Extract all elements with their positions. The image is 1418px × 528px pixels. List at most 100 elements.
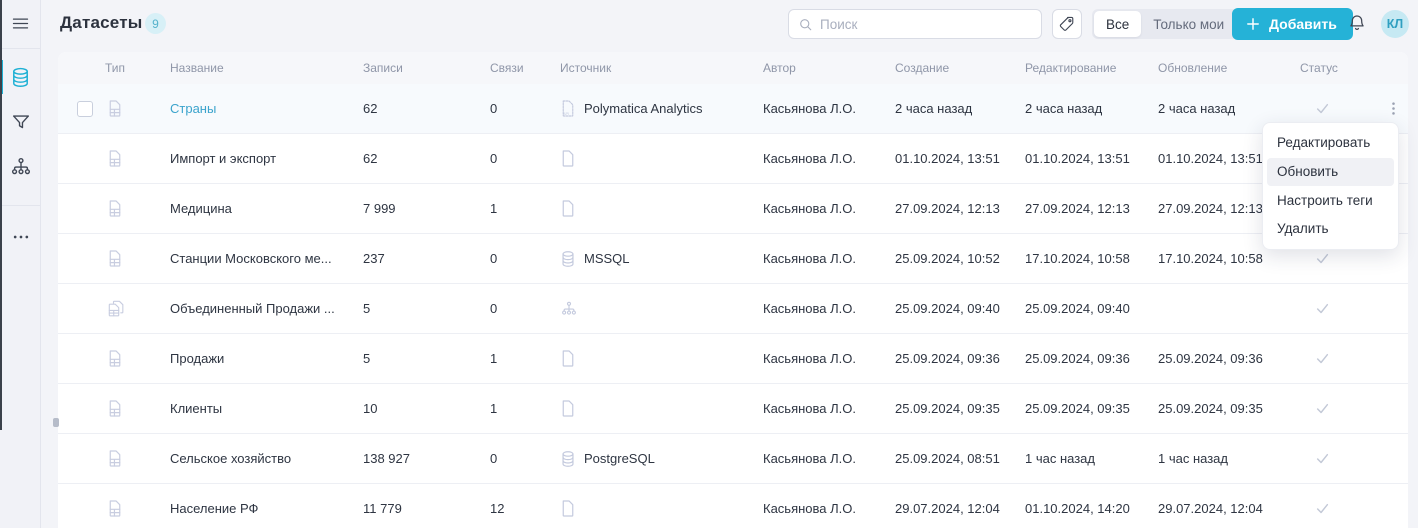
dataset-name[interactable]: Импорт и экспорт <box>170 151 276 166</box>
svg-text:API: API <box>563 111 569 116</box>
column-header-updated: Обновление <box>1158 61 1300 75</box>
topbar: Датасеты 9 Все Только мои Добавить КЛ <box>41 0 1418 48</box>
column-header-status: Статус <box>1300 61 1380 75</box>
doc-table-icon <box>105 449 170 468</box>
records-value: 7 999 <box>363 201 490 216</box>
updated-value: 29.07.2024, 12:04 <box>1158 501 1300 516</box>
doc-table-icon <box>105 349 170 368</box>
doc-icon <box>560 349 576 368</box>
dataset-name[interactable]: Страны <box>170 101 216 116</box>
edited-value: 1 час назад <box>1025 451 1158 466</box>
column-header-created: Создание <box>895 61 1025 75</box>
sidebar-item-filters[interactable] <box>0 104 41 140</box>
context-menu-item[interactable]: Редактировать <box>1263 129 1398 157</box>
search-input[interactable] <box>820 17 1032 32</box>
menu-icon[interactable] <box>0 5 41 41</box>
updated-value: 17.10.2024, 10:58 <box>1158 251 1300 266</box>
dataset-name[interactable]: Клиенты <box>170 401 222 416</box>
author-value: Касьянова Л.О. <box>763 351 895 366</box>
records-value: 237 <box>363 251 490 266</box>
status-check-icon <box>1300 450 1380 467</box>
sidebar-divider <box>0 205 41 206</box>
records-value: 62 <box>363 101 490 116</box>
doc-api-icon: API <box>560 99 576 118</box>
edited-value: 17.10.2024, 10:58 <box>1025 251 1158 266</box>
table-row: Импорт и экспорт 62 0 Касьянова Л.О. 01.… <box>58 134 1408 184</box>
author-value: Касьянова Л.О. <box>763 201 895 216</box>
table-header-row: Тип Название Записи Связи Источник Автор… <box>58 52 1408 84</box>
links-value: 0 <box>490 101 560 116</box>
edited-value: 25.09.2024, 09:36 <box>1025 351 1158 366</box>
row-checkbox[interactable] <box>77 101 93 117</box>
links-value: 0 <box>490 451 560 466</box>
table-row: Сельское хозяйство 138 927 0 PostgreSQL … <box>58 434 1408 484</box>
doc-table-multi-icon <box>105 299 170 318</box>
context-menu-item[interactable]: Обновить <box>1267 158 1394 186</box>
author-value: Касьянова Л.О. <box>763 301 895 316</box>
hierarchy-icon <box>560 300 578 318</box>
doc-icon <box>560 399 576 418</box>
context-menu-item[interactable]: Настроить теги <box>1263 187 1398 215</box>
page-title: Датасеты <box>60 13 142 33</box>
records-value: 5 <box>363 351 490 366</box>
dataset-name[interactable]: Продажи <box>170 351 224 366</box>
dataset-name[interactable]: Станции Московского ме... <box>170 251 332 266</box>
records-value: 138 927 <box>363 451 490 466</box>
row-menu-kebab-icon[interactable] <box>1385 100 1402 117</box>
table-row: Страны 62 0 API Polymatica Analytics Кась… <box>58 84 1408 134</box>
links-value: 1 <box>490 401 560 416</box>
records-value: 5 <box>363 301 490 316</box>
scrollbar-thumb[interactable] <box>53 418 59 427</box>
records-value: 10 <box>363 401 490 416</box>
sidebar-item-hierarchy[interactable] <box>0 149 41 185</box>
search-box <box>788 9 1042 39</box>
user-avatar[interactable]: КЛ <box>1381 10 1409 38</box>
column-header-source: Источник <box>560 61 763 75</box>
dataset-name[interactable]: Сельское хозяйство <box>170 451 291 466</box>
doc-icon <box>560 499 576 518</box>
datasets-table: Тип Название Записи Связи Источник Автор… <box>58 52 1408 528</box>
table-body: Страны 62 0 API Polymatica Analytics Кась… <box>58 84 1408 528</box>
context-menu-item[interactable]: Удалить <box>1263 215 1398 243</box>
notifications-bell-icon[interactable] <box>1347 13 1367 33</box>
updated-value: 25.09.2024, 09:35 <box>1158 401 1300 416</box>
db-icon <box>560 250 576 268</box>
edited-value: 25.09.2024, 09:35 <box>1025 401 1158 416</box>
author-value: Касьянова Л.О. <box>763 101 895 116</box>
table-row: Станции Московского ме... 237 0 MSSQL Ка… <box>58 234 1408 284</box>
doc-icon <box>560 199 576 218</box>
links-value: 0 <box>490 151 560 166</box>
edited-value: 2 часа назад <box>1025 101 1158 116</box>
source-name: Polymatica Analytics <box>584 101 703 116</box>
table-row: Клиенты 10 1 Касьянова Л.О. 25.09.2024, … <box>58 384 1408 434</box>
dataset-name[interactable]: Медицина <box>170 201 232 216</box>
toggle-all[interactable]: Все <box>1094 11 1141 37</box>
doc-table-icon <box>105 249 170 268</box>
column-header-author: Автор <box>763 61 895 75</box>
status-check-icon <box>1300 400 1380 417</box>
add-button[interactable]: Добавить <box>1232 8 1353 40</box>
status-check-icon <box>1300 350 1380 367</box>
author-value: Касьянова Л.О. <box>763 251 895 266</box>
created-value: 29.07.2024, 12:04 <box>895 501 1025 516</box>
created-value: 25.09.2024, 10:52 <box>895 251 1025 266</box>
author-value: Касьянова Л.О. <box>763 501 895 516</box>
links-value: 1 <box>490 351 560 366</box>
author-value: Касьянова Л.О. <box>763 151 895 166</box>
links-value: 0 <box>490 301 560 316</box>
sidebar-item-datasets[interactable] <box>0 59 41 95</box>
scope-toggle: Все Только мои <box>1092 9 1238 39</box>
column-header-edited: Редактирование <box>1025 61 1158 75</box>
updated-value: 25.09.2024, 09:36 <box>1158 351 1300 366</box>
created-value: 2 часа назад <box>895 101 1025 116</box>
dataset-name[interactable]: Население РФ <box>170 501 258 516</box>
tags-filter-button[interactable] <box>1052 9 1082 39</box>
toggle-only-mine[interactable]: Только мои <box>1141 11 1236 37</box>
edited-value: 27.09.2024, 12:13 <box>1025 201 1158 216</box>
doc-table-icon <box>105 499 170 518</box>
dataset-name[interactable]: Объединенный Продажи ... <box>170 301 335 316</box>
more-icon[interactable] <box>0 219 41 255</box>
updated-value: 2 часа назад <box>1158 101 1300 116</box>
table-row: Объединенный Продажи ... 5 0 Касьянова Л… <box>58 284 1408 334</box>
tag-icon <box>1058 15 1076 33</box>
